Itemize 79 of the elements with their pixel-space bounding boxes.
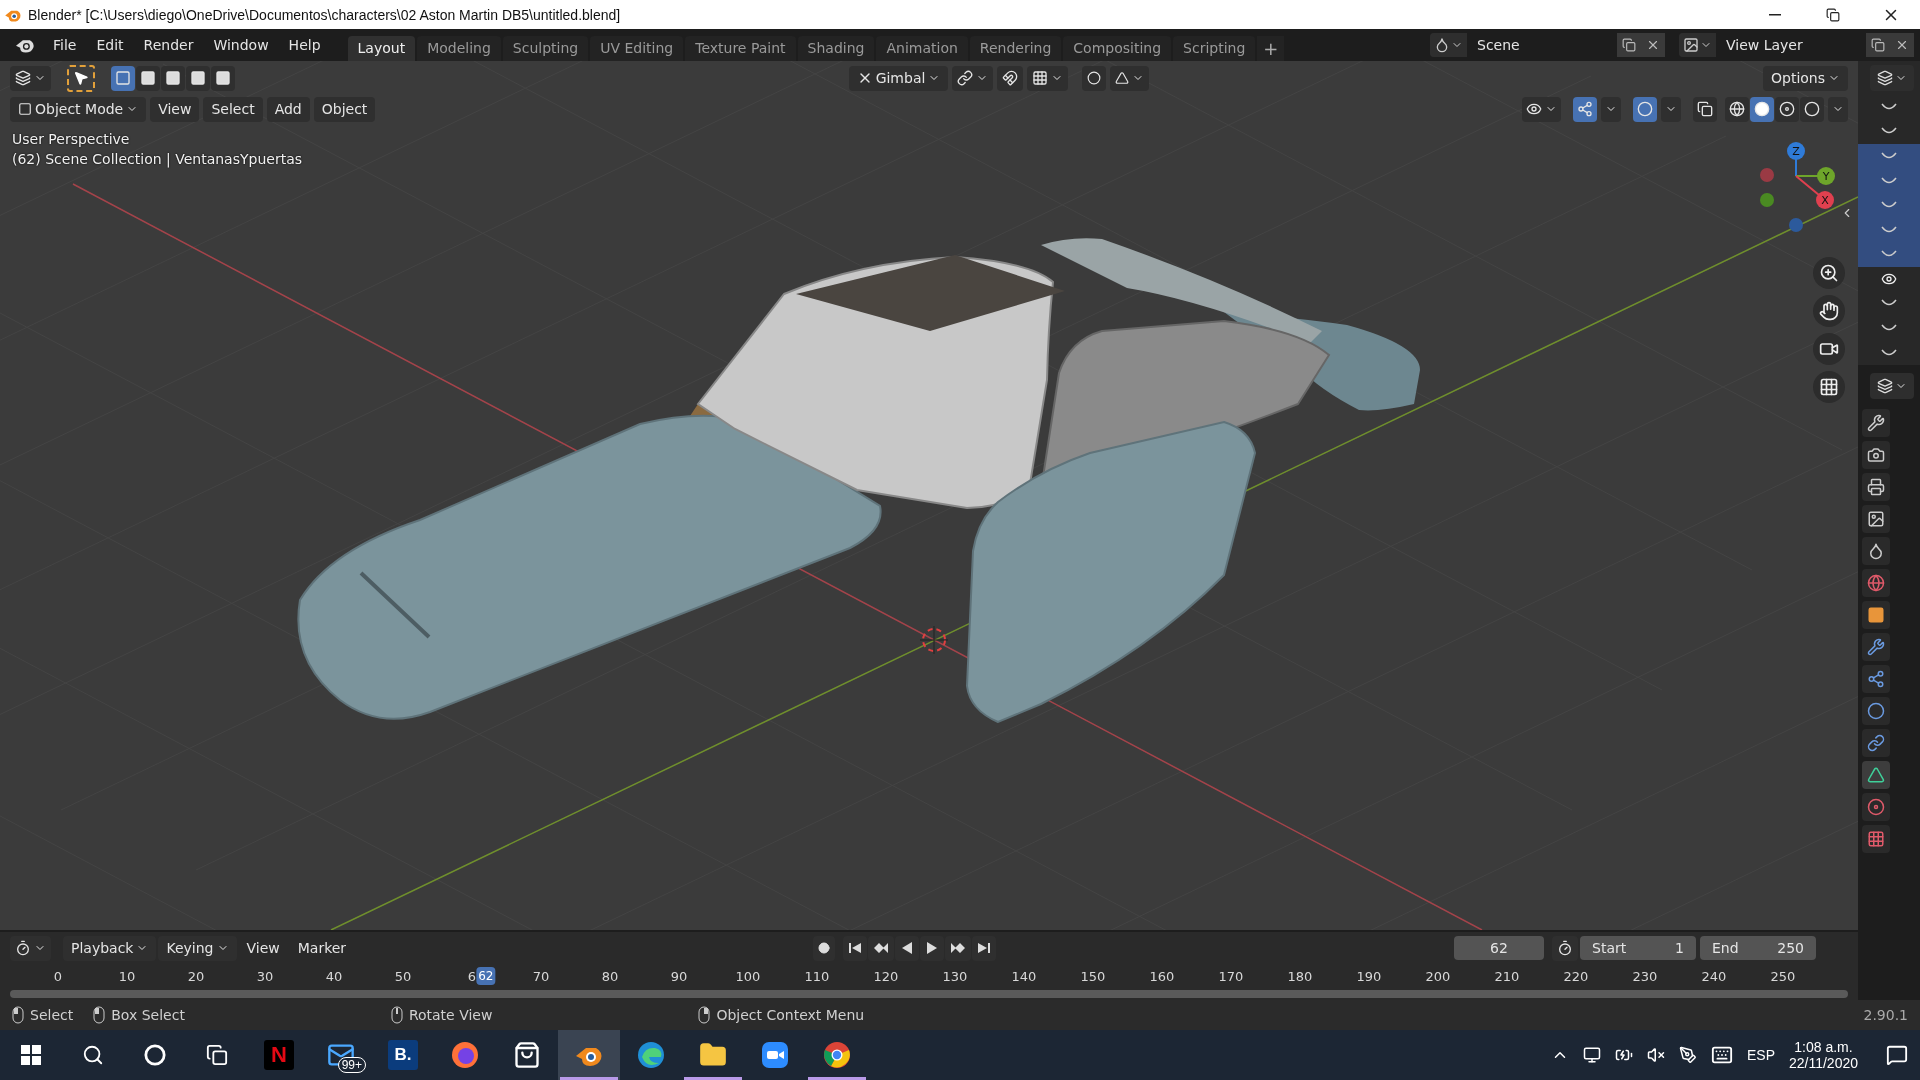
menu-item[interactable]: Render [134, 34, 203, 56]
frame-number: 140 [1011, 968, 1037, 984]
orientation-dropdown[interactable]: Gimbal [848, 65, 949, 91]
frame-number: 210 [1494, 968, 1520, 984]
frame-number: 70 [532, 968, 550, 984]
add-workspace-button[interactable]: + [1257, 35, 1285, 61]
viewport-info-text: User Perspective [12, 131, 130, 147]
status-hint: Rotate View [408, 1007, 493, 1023]
playhead[interactable]: 62 [476, 967, 496, 985]
end-frame-field[interactable]: End 250 [1700, 936, 1816, 960]
taskbar-app-button[interactable]: N [248, 1030, 310, 1080]
timeline-menu-button[interactable]: View [238, 935, 288, 961]
app-logo: B. [388, 1040, 418, 1070]
frame-number: 180 [1287, 968, 1313, 984]
workspace-tab[interactable]: Animation [876, 35, 968, 61]
frame-number: 170 [1218, 968, 1244, 984]
workspace-tab[interactable]: Rendering [969, 35, 1062, 61]
frame-number: 130 [942, 968, 968, 984]
axis-gizmo-handle[interactable]: Z [1787, 142, 1805, 160]
frame-number: 110 [804, 968, 830, 984]
workspace-tab[interactable]: Shading [797, 35, 875, 61]
clock-time[interactable]: 1:08 a.m. [1794, 1039, 1853, 1055]
frame-number: 90 [670, 968, 688, 984]
workspace-tab[interactable]: Compositing [1063, 35, 1172, 61]
frame-number: 0 [53, 968, 63, 984]
workspace-tab[interactable]: UV Editing [590, 35, 684, 61]
window-title: Blender* [C:\Users\diego\OneDrive\Documentos\characters\02 Aston Martin DB5\untitled.blend] [28, 6, 622, 23]
frame-number: 220 [1563, 968, 1589, 984]
frame-number: 160 [1149, 968, 1175, 984]
clock-date[interactable]: 22/11/2020 [1788, 1055, 1858, 1071]
frame-number: 80 [601, 968, 619, 984]
mode-dropdown[interactable]: Object Mode [10, 96, 147, 122]
timeline-menu-button[interactable]: Marker [289, 935, 355, 961]
axis-gizmo-handle[interactable]: Y [1817, 167, 1835, 185]
taskbar-app-button[interactable]: 99+ [310, 1030, 372, 1080]
viewport-menu-button[interactable]: Add [266, 96, 310, 122]
timeline-menu-button[interactable]: Keying [158, 935, 237, 961]
language-indicator[interactable]: ESP [1746, 1047, 1775, 1063]
viewport-menu-button[interactable]: Object [313, 96, 376, 122]
workspace-tab[interactable]: Scripting [1173, 35, 1256, 61]
frame-number: 100 [735, 968, 761, 984]
current-frame-field[interactable]: 62 [1454, 936, 1544, 960]
menu-item[interactable]: Window [204, 34, 278, 56]
app-logo: N [264, 1040, 294, 1070]
viewport-menu-button[interactable]: View [150, 96, 200, 122]
menu-item[interactable]: File [44, 34, 86, 56]
start-frame-field[interactable]: Start 1 [1580, 936, 1696, 960]
frame-number: 6 [467, 968, 477, 984]
scene-name-field[interactable]: Scene [1467, 33, 1617, 57]
frame-number: 250 [1770, 968, 1796, 984]
frame-number: 240 [1701, 968, 1727, 984]
frame-number: 50 [394, 968, 412, 984]
taskbar-app-button[interactable]: B. [372, 1030, 434, 1080]
status-hint: Box Select [111, 1007, 185, 1023]
frame-number: 20 [187, 968, 205, 984]
options-dropdown[interactable]: Options [1763, 65, 1848, 91]
frame-number: 10 [118, 968, 136, 984]
frame-number: 30 [256, 968, 274, 984]
timeline-menu-button[interactable]: Playback [63, 935, 157, 961]
status-hint: Object Context Menu [716, 1007, 865, 1023]
unread-count-badge: 99+ [337, 1057, 366, 1073]
menu-item[interactable]: Help [279, 34, 330, 56]
axis-gizmo-handle[interactable]: X [1816, 191, 1834, 209]
workspace-tab[interactable]: Modeling [417, 35, 501, 61]
workspace-tab[interactable]: Sculpting [502, 35, 589, 61]
frame-number: 40 [325, 968, 343, 984]
frame-number: 150 [1080, 968, 1106, 984]
version-label: 2.90.1 [1863, 1007, 1908, 1023]
viewport-info-text: (62) Scene Collection | VentanasYpuertas [12, 151, 303, 167]
workspace-tab[interactable]: Texture Paint [685, 35, 796, 61]
viewport-menu-button[interactable]: Select [203, 96, 263, 122]
frame-number: 190 [1356, 968, 1382, 984]
status-hint: Select [30, 1007, 74, 1023]
view-layer-name-field[interactable]: View Layer [1716, 33, 1866, 57]
menu-item[interactable]: Edit [87, 34, 133, 56]
frame-number: 200 [1425, 968, 1451, 984]
frame-number: 120 [873, 968, 899, 984]
frame-number: 230 [1632, 968, 1658, 984]
workspace-tab[interactable]: Layout [347, 35, 416, 61]
